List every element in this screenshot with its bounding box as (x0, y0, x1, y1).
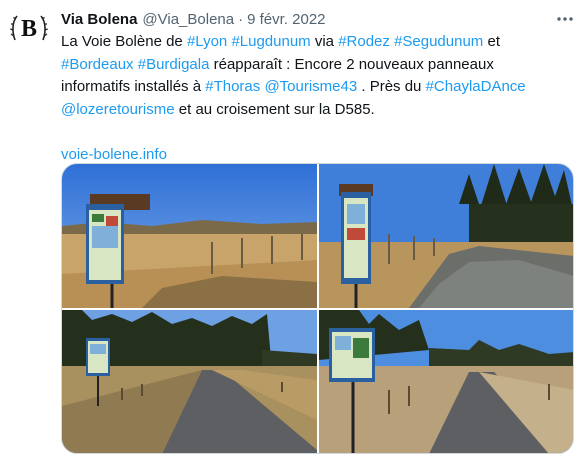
hashtag-thoras[interactable]: #Thoras (205, 78, 260, 95)
tweet-header: Via Bolena @Via_Bolena · 9 févr. 2022 (61, 9, 557, 29)
avatar[interactable]: B (9, 8, 49, 48)
separator: · (238, 10, 244, 28)
text-span: . Près du (357, 78, 426, 95)
hashtag-rodez[interactable]: #Rodez (338, 33, 390, 50)
photo-info-panel-track[interactable] (319, 164, 573, 308)
hashtag-segudunum[interactable]: #Segudunum (394, 33, 483, 50)
photo-image (319, 164, 573, 308)
hashtag-chayladance[interactable]: #ChaylaDAnce (426, 78, 526, 95)
more-options-button[interactable] (555, 9, 575, 29)
more-horizontal-icon (557, 17, 573, 21)
hashtag-lyon[interactable]: #Lyon (187, 33, 227, 50)
hashtag-burdigala[interactable]: #Burdigala (138, 56, 210, 73)
text-span: et (483, 33, 500, 50)
tweet-line: @lozeretourisme et au croisement sur la … (61, 99, 571, 122)
user-handle[interactable]: @Via_Bolena (142, 11, 234, 28)
bolena-logo-icon: B (9, 8, 49, 48)
text-span: La Voie Bolène de (61, 33, 187, 50)
photo-info-panel-road-forest[interactable] (62, 310, 317, 453)
hashtag-lugdunum[interactable]: #Lugdunum (231, 33, 310, 50)
photo-info-panel-road-crossing[interactable] (319, 310, 573, 453)
text-span: informatifs installés à (61, 78, 206, 95)
tweet-line: #Bordeaux #Burdigala réapparaît : Encore… (61, 54, 571, 77)
hashtag-bordeaux[interactable]: #Bordeaux (61, 56, 134, 73)
text-span: et au croisement sur la D585. (174, 100, 375, 118)
photo-image (319, 310, 573, 453)
tweet-text: La Voie Bolène de #Lyon #Lugdunum via #R… (61, 31, 571, 166)
website-link[interactable]: voie-bolene.info (61, 146, 167, 163)
photo-image (62, 310, 317, 453)
mention-lozeretourisme[interactable]: @lozeretourisme (61, 101, 175, 118)
photo-grid (61, 163, 574, 454)
photo-image (62, 164, 317, 308)
text-span: via (310, 33, 339, 50)
tweet-line: La Voie Bolène de #Lyon #Lugdunum via #R… (61, 31, 571, 54)
svg-text:B: B (21, 16, 37, 42)
display-name[interactable]: Via Bolena (61, 11, 137, 28)
photo-info-panel-grassland[interactable] (62, 164, 317, 308)
tweet-line: informatifs installés à #Thoras @Tourism… (61, 76, 571, 99)
text-span: réapparaît : Encore 2 nouveaux panneaux (209, 55, 494, 73)
mention-tourisme43[interactable]: @Tourisme43 (264, 78, 357, 95)
tweet-date[interactable]: 9 févr. 2022 (247, 11, 325, 28)
